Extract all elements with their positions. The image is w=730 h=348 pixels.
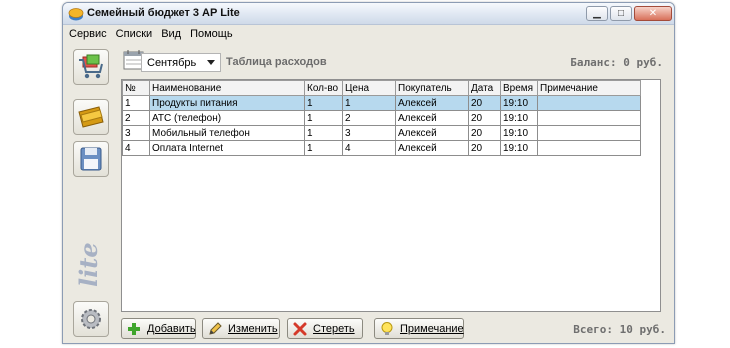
close-icon: ✕: [648, 7, 658, 19]
month-select[interactable]: Сентябрь: [141, 53, 221, 72]
lite-logo: lite: [77, 242, 103, 287]
delete-button-label: Стереть: [313, 322, 355, 335]
table-cell[interactable]: 4: [342, 140, 396, 156]
app-window: Семейный бюджет 3 AP Lite ▁ □ ✕ Сервис С…: [62, 2, 675, 344]
delete-button[interactable]: Стереть: [287, 318, 363, 339]
table-cell[interactable]: 20: [468, 140, 501, 156]
settings-button[interactable]: [73, 301, 109, 337]
total-label: Всего: 10 руб.: [573, 323, 666, 336]
lightbulb-icon: [381, 321, 393, 335]
table-cell[interactable]: 20: [468, 95, 501, 111]
table-cell[interactable]: 19:10: [500, 125, 538, 141]
chevron-down-icon: [207, 60, 215, 65]
table-cell[interactable]: 19:10: [500, 140, 538, 156]
column-header[interactable]: Цена: [342, 80, 396, 96]
table-cell[interactable]: 20: [468, 125, 501, 141]
add-button-label: Добавить: [147, 322, 196, 335]
table-cell[interactable]: Алексей: [395, 140, 469, 156]
table-cell[interactable]: 19:10: [500, 110, 538, 126]
table-cell[interactable]: 20: [468, 110, 501, 126]
pencil-icon: [209, 321, 222, 335]
column-header[interactable]: №: [122, 80, 150, 96]
menu-lists[interactable]: Списки: [116, 28, 153, 40]
table-cell[interactable]: 4: [122, 140, 150, 156]
table-cell[interactable]: 1: [304, 140, 343, 156]
menu-view[interactable]: Вид: [161, 28, 181, 40]
table-cell[interactable]: [537, 95, 641, 111]
table-cell[interactable]: 3: [122, 125, 150, 141]
column-header[interactable]: Время: [500, 80, 538, 96]
column-header[interactable]: Кол-во: [304, 80, 343, 96]
app-icon: [68, 8, 84, 21]
expenses-table[interactable]: № Наименование Кол-во Цена Покупатель Да…: [121, 79, 661, 312]
edit-button[interactable]: Изменить: [202, 318, 280, 339]
plus-icon: [128, 322, 140, 335]
table-cell[interactable]: Продукты питания: [149, 95, 305, 111]
table-cell[interactable]: 2: [342, 110, 396, 126]
column-header[interactable]: Наименование: [149, 80, 305, 96]
bottom-toolbar: Добавить Изменить Стереть Примечание Все…: [121, 317, 666, 341]
minimize-icon: ▁: [593, 7, 601, 19]
table-cell[interactable]: 1: [122, 95, 150, 111]
note-button-label: Примечание: [400, 322, 464, 335]
save-button[interactable]: [73, 141, 109, 177]
menu-service[interactable]: Сервис: [69, 28, 107, 40]
close-button[interactable]: ✕: [634, 6, 672, 21]
table-cell[interactable]: [537, 110, 641, 126]
table-cell[interactable]: Мобильный телефон: [149, 125, 305, 141]
svg-text:lite: lite: [77, 242, 103, 287]
table-cell[interactable]: Алексей: [395, 125, 469, 141]
month-value: Сентябрь: [147, 56, 197, 69]
table-cell[interactable]: 1: [304, 95, 343, 111]
floppy-save-icon: [80, 147, 102, 171]
table-cell[interactable]: Алексей: [395, 95, 469, 111]
table-cell[interactable]: 1: [304, 125, 343, 141]
table-header-row: Сентябрь Таблица расходов Баланс: 0 руб.: [123, 47, 668, 77]
maximize-button[interactable]: □: [610, 6, 632, 21]
table-row[interactable]: 4 Оплата Internet 1 4 Алексей 20 19:10: [122, 140, 641, 156]
column-header[interactable]: Примечание: [537, 80, 641, 96]
table-row[interactable]: 1 Продукты питания 1 1 Алексей 20 19:10: [122, 95, 641, 111]
window-title: Семейный бюджет 3 AP Lite: [87, 7, 240, 19]
table-cell[interactable]: [537, 125, 641, 141]
title-bar[interactable]: Семейный бюджет 3 AP Lite ▁ □ ✕: [63, 3, 674, 25]
balance-label: Баланс: 0 руб.: [570, 56, 663, 69]
table-cell[interactable]: АТС (телефон): [149, 110, 305, 126]
table-cell[interactable]: Алексей: [395, 110, 469, 126]
table-cell[interactable]: [537, 140, 641, 156]
table-cell[interactable]: 1: [342, 95, 396, 111]
table-title: Таблица расходов: [226, 56, 327, 68]
wallet-icon: [78, 106, 104, 128]
left-toolbar: lite: [71, 49, 111, 339]
note-button[interactable]: Примечание: [374, 318, 464, 339]
table-row[interactable]: 3 Мобильный телефон 1 3 Алексей 20 19:10: [122, 125, 641, 141]
add-button[interactable]: Добавить: [121, 318, 196, 339]
menu-help[interactable]: Помощь: [190, 28, 233, 40]
maximize-icon: □: [617, 7, 625, 19]
wallet-button[interactable]: [73, 99, 109, 135]
table-row[interactable]: 2 АТС (телефон) 1 2 Алексей 20 19:10: [122, 110, 641, 126]
delete-x-icon: [293, 322, 307, 335]
table-cell[interactable]: Оплата Internet: [149, 140, 305, 156]
table-cell[interactable]: 2: [122, 110, 150, 126]
minimize-button[interactable]: ▁: [586, 6, 608, 21]
table-cell[interactable]: 3: [342, 125, 396, 141]
table-cell[interactable]: 1: [304, 110, 343, 126]
column-header[interactable]: Покупатель: [395, 80, 469, 96]
gear-icon: [81, 309, 101, 329]
table-header: № Наименование Кол-во Цена Покупатель Да…: [122, 80, 641, 96]
table-cell[interactable]: 19:10: [500, 95, 538, 111]
shopping-cart-icon: [79, 54, 103, 79]
column-header[interactable]: Дата: [468, 80, 501, 96]
edit-button-label: Изменить: [228, 322, 278, 335]
menu-bar: Сервис Списки Вид Помощь: [63, 25, 674, 43]
shopping-button[interactable]: [73, 49, 109, 85]
